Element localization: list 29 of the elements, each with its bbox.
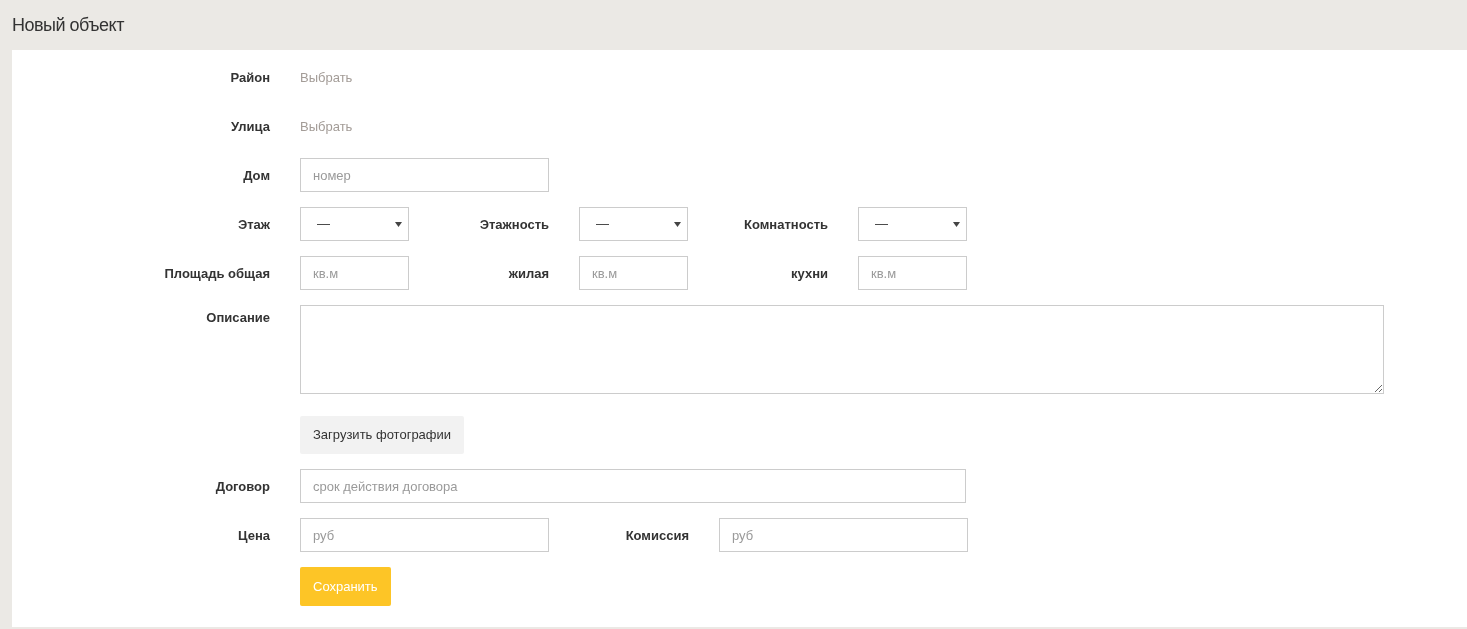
text-field[interactable]: номер	[300, 158, 549, 192]
text-field[interactable]: кв.м	[858, 256, 967, 290]
dropdown[interactable]: —	[300, 207, 409, 241]
description-field[interactable]	[300, 305, 1384, 394]
field-label: Этажность	[479, 217, 549, 232]
page-title: Новый объект	[12, 13, 124, 37]
caret-icon	[674, 221, 681, 227]
field-label: Район	[230, 70, 270, 85]
field-label: Улица	[231, 119, 270, 134]
text-field[interactable]: руб	[300, 518, 549, 552]
field-label: Договор	[215, 479, 270, 494]
text-field[interactable]: руб	[719, 518, 968, 552]
field-label: Комиссия	[625, 528, 689, 543]
field-label: Цена	[238, 528, 270, 543]
field-label: Описание	[206, 310, 270, 325]
caret-icon	[953, 221, 960, 227]
text-field[interactable]: кв.м	[579, 256, 688, 290]
field-label: Комнатность	[744, 217, 828, 232]
dropdown[interactable]: —	[579, 207, 688, 241]
text-field[interactable]: срок действия договора	[300, 469, 966, 503]
caret-icon	[395, 221, 402, 227]
field-label: кухни	[791, 266, 828, 281]
dropdown[interactable]: —	[858, 207, 967, 241]
field-label: жилая	[508, 266, 549, 281]
field-label: Площадь общая	[164, 266, 270, 281]
field-label: Дом	[243, 168, 270, 183]
upload-photos-button[interactable]: Загрузить фотографии	[300, 416, 465, 454]
field-label: Этаж	[237, 217, 270, 232]
text-field[interactable]: кв.м	[300, 256, 409, 290]
